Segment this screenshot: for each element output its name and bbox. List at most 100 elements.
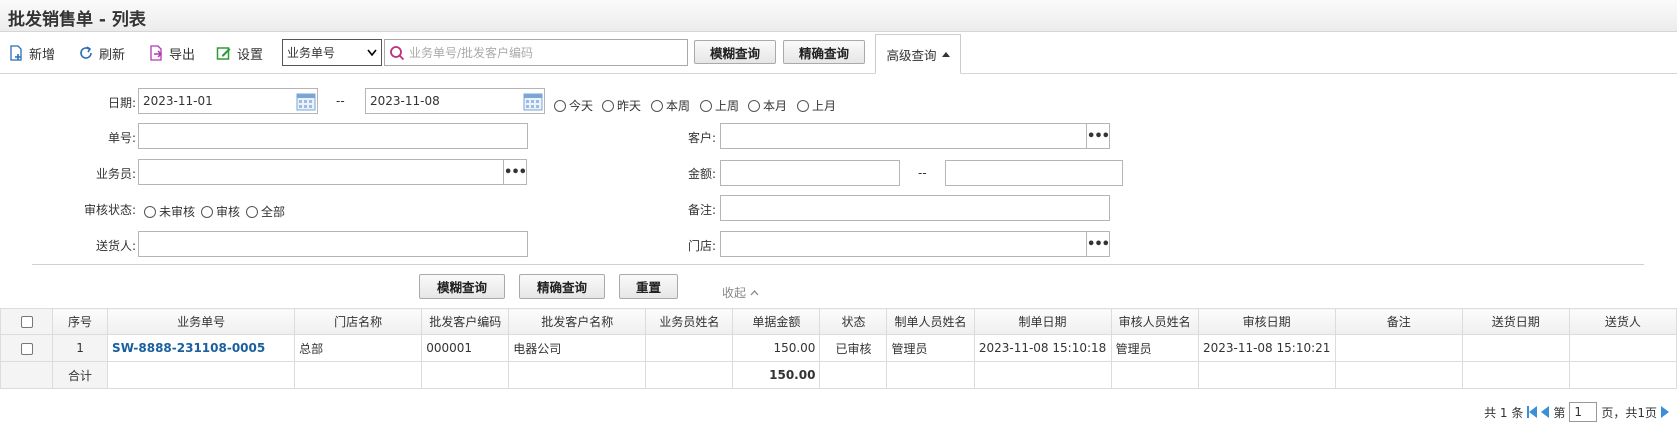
quick-date-last-month[interactable]: 上月: [797, 97, 836, 114]
radio-icon: [602, 99, 614, 112]
column-header[interactable]: 备注: [1334, 308, 1463, 335]
add-button[interactable]: 新增: [8, 43, 55, 63]
column-header[interactable]: 审核人员姓名: [1110, 308, 1199, 335]
salesperson-label: 业务员:: [95, 167, 136, 181]
next-page-icon[interactable]: [1661, 406, 1669, 418]
radio-icon: [144, 205, 156, 218]
amount-separator: --: [918, 166, 927, 180]
audit-option-all[interactable]: 全部: [246, 203, 285, 220]
total-empty-cell: [294, 361, 423, 389]
cell-create-date: 2023-11-08 15:10:18: [973, 334, 1112, 362]
quick-date-yesterday[interactable]: 昨天: [602, 97, 641, 114]
column-header[interactable]: 制单人员姓名: [886, 308, 975, 335]
audit-option-unaudited[interactable]: 未审核: [144, 203, 195, 220]
column-header[interactable]: 序号: [52, 308, 109, 335]
total-empty-cell: [819, 361, 888, 389]
quick-date-label: 本月: [763, 99, 788, 113]
quick-date-label: 今天: [569, 99, 594, 113]
order-no-input[interactable]: [138, 123, 528, 149]
fuzzy-query-button[interactable]: 模糊查询: [694, 40, 776, 64]
radio-icon: [797, 99, 809, 112]
edit-settings-icon: [216, 47, 231, 60]
export-button[interactable]: 导出: [148, 43, 195, 63]
customer-picker-button[interactable]: •••: [1086, 123, 1110, 149]
total-label: 合计: [52, 361, 109, 389]
cell-customer-code: 000001: [421, 334, 510, 362]
order-no-label: 单号:: [107, 131, 136, 145]
table-row[interactable]: 1 SW-8888-231108-0005 总部 000001 电器公司 150…: [0, 334, 1677, 362]
quick-date-label: 上月: [812, 99, 837, 113]
radio-icon: [554, 99, 566, 112]
column-header[interactable]: 批发客户编码: [421, 308, 510, 335]
row-select-cell[interactable]: [0, 334, 54, 362]
total-empty-cell: [421, 361, 510, 389]
select-all-cell[interactable]: [0, 308, 54, 335]
date-to-input[interactable]: 2023-11-08: [365, 88, 545, 114]
quick-date-this-month[interactable]: 本月: [748, 97, 787, 114]
column-header[interactable]: 审核日期: [1197, 308, 1336, 335]
column-header[interactable]: 业务员姓名: [645, 308, 734, 335]
audit-option-audited[interactable]: 审核: [201, 203, 240, 220]
customer-input[interactable]: [720, 123, 1087, 149]
calendar-icon[interactable]: [296, 91, 316, 111]
advanced-query-tab[interactable]: 高级查询: [875, 34, 961, 74]
radio-icon: [651, 99, 663, 112]
store-input[interactable]: [720, 231, 1087, 257]
remark-input[interactable]: [720, 195, 1110, 221]
radio-icon: [246, 205, 258, 218]
cell-order-no: SW-8888-231108-0005: [107, 334, 296, 362]
date-label: 日期:: [107, 96, 136, 110]
order-no-link[interactable]: SW-8888-231108-0005: [112, 341, 265, 355]
fuzzy-query-action-button[interactable]: 模糊查询: [419, 274, 505, 299]
reset-button[interactable]: 重置: [619, 274, 678, 299]
cell-auditor: 管理员: [1110, 334, 1199, 362]
exact-query-action-button[interactable]: 精确查询: [519, 274, 605, 299]
radio-icon: [201, 205, 213, 218]
cell-status: 已审核: [819, 334, 888, 362]
column-header[interactable]: 单据金额: [732, 308, 821, 335]
pager-suffix: 页，共1页: [1601, 405, 1657, 420]
cell-salesperson: [645, 334, 734, 362]
calendar-icon[interactable]: [523, 91, 543, 111]
cell-amount: 150.00: [732, 334, 821, 362]
salesperson-picker-button[interactable]: •••: [503, 159, 527, 185]
export-label: 导出: [169, 47, 196, 63]
store-picker-button[interactable]: •••: [1086, 231, 1110, 257]
quick-date-this-week[interactable]: 本周: [651, 97, 690, 114]
quick-date-label: 本周: [666, 99, 691, 113]
settings-label: 设置: [237, 47, 264, 63]
settings-button[interactable]: 设置: [216, 43, 263, 63]
column-header[interactable]: 业务单号: [107, 308, 296, 335]
total-empty-cell: [886, 361, 975, 389]
amount-max-input[interactable]: [945, 160, 1123, 186]
cell-remark: [1334, 334, 1463, 362]
customer-label: 客户:: [687, 131, 716, 145]
amount-min-input[interactable]: [720, 160, 900, 186]
refresh-icon: [80, 46, 92, 59]
quick-date-today[interactable]: 今天: [554, 97, 593, 114]
column-header[interactable]: 门店名称: [294, 308, 423, 335]
date-from-input[interactable]: 2023-11-01: [138, 88, 318, 114]
cell-store: 总部: [294, 334, 423, 362]
total-empty-cell: [1197, 361, 1336, 389]
search-input[interactable]: 业务单号/批发客户编码: [384, 39, 688, 66]
first-page-icon[interactable]: [1527, 406, 1538, 418]
refresh-button[interactable]: 刷新: [78, 43, 125, 63]
column-header[interactable]: 状态: [819, 308, 888, 335]
column-header[interactable]: 送货日期: [1461, 308, 1570, 335]
exact-query-button[interactable]: 精确查询: [783, 40, 865, 64]
search-field-select[interactable]: 业务单号: [282, 39, 382, 66]
collapse-toggle[interactable]: 收起: [722, 284, 759, 301]
column-header[interactable]: 批发客户名称: [508, 308, 647, 335]
pager-prefix: 第: [1553, 405, 1566, 420]
quick-date-last-week[interactable]: 上周: [700, 97, 739, 114]
caret-up-icon: [941, 52, 950, 57]
column-header[interactable]: 送货人: [1568, 308, 1677, 335]
column-header[interactable]: 制单日期: [973, 308, 1112, 335]
salesperson-input[interactable]: [138, 159, 505, 185]
deliverer-input[interactable]: [138, 231, 528, 257]
prev-page-icon[interactable]: [1541, 406, 1550, 418]
page-number-input[interactable]: 1: [1569, 402, 1598, 422]
row-checkbox[interactable]: [20, 342, 33, 355]
select-all-checkbox[interactable]: [20, 316, 33, 328]
